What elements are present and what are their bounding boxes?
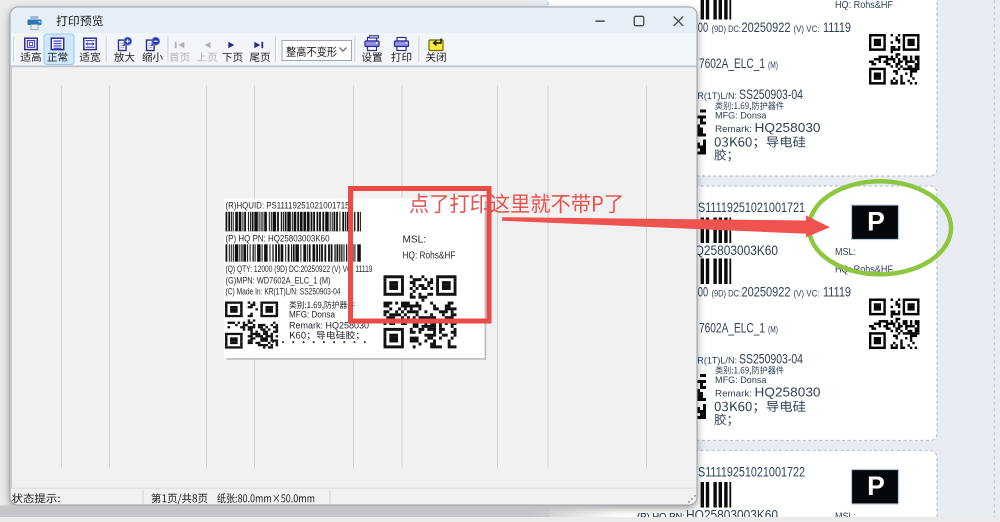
svg-text:R(1T)L/N:: R(1T)L/N: — [697, 91, 737, 102]
svg-text:20250922: 20250922 — [742, 285, 791, 300]
svg-text:Remark:: Remark: — [715, 389, 752, 400]
svg-text:HQ258030: HQ258030 — [755, 385, 821, 400]
svg-text:SS250903-04: SS250903-04 — [739, 352, 803, 367]
svg-text:HQ258030: HQ258030 — [755, 120, 821, 135]
svg-text:(R)HQUID: PS11119251021001715: (R)HQUID: PS11119251021001715 — [226, 200, 350, 210]
svg-text:Remark:: Remark: — [715, 124, 752, 135]
svg-text:(M): (M) — [768, 60, 778, 71]
svg-text:11119: 11119 — [823, 285, 851, 300]
svg-text:MSL:: MSL: — [835, 512, 856, 518]
svg-text:HQ25803003K60: HQ25803003K60 — [686, 508, 778, 518]
svg-text:HQ: Rohs&HF: HQ: Rohs&HF — [835, 0, 893, 11]
svg-text:(P) HQ PN:: (P) HQ PN: — [637, 512, 685, 518]
svg-text:(V) VC:: (V) VC: — [794, 289, 820, 300]
svg-text:HQ: Rohs&HF: HQ: Rohs&HF — [403, 249, 456, 261]
svg-text:MSL:: MSL: — [835, 247, 856, 258]
svg-text:7602A_ELC_1: 7602A_ELC_1 — [699, 321, 765, 336]
svg-text:S11119251021001722: S11119251021001722 — [698, 465, 805, 480]
svg-text:00: 00 — [698, 285, 708, 300]
svg-text:(V) VC:: (V) VC: — [794, 24, 820, 35]
svg-text:SS250903-04: SS250903-04 — [739, 87, 803, 102]
svg-text:7602A_ELC_1: 7602A_ELC_1 — [699, 56, 765, 71]
svg-text:R(1T)L/N:: R(1T)L/N: — [697, 356, 737, 367]
svg-text:11119: 11119 — [823, 20, 851, 35]
svg-text:00: 00 — [698, 20, 708, 35]
svg-text:S11119251021001721: S11119251021001721 — [698, 200, 805, 215]
svg-text:P: P — [867, 471, 885, 501]
svg-text:(P) HQ PN: HQ25803003K60: (P) HQ PN: HQ25803003K60 — [226, 233, 330, 243]
svg-text:20250922: 20250922 — [742, 20, 791, 35]
svg-text:(M): (M) — [768, 325, 778, 336]
svg-text:HQ25803003K60: HQ25803003K60 — [686, 243, 778, 258]
svg-text:(G)MPN: WD7602A_ELC_1 (M): (G)MPN: WD7602A_ELC_1 (M) — [226, 276, 331, 286]
svg-text:(C) Made In: KR(1T)L/N: SS2509: (C) Made In: KR(1T)L/N: SS250903-04 — [226, 287, 341, 297]
svg-text:(9D) DC:: (9D) DC: — [712, 24, 742, 35]
svg-text:(9D) DC:: (9D) DC: — [712, 289, 742, 300]
svg-text:MFG: Donsa: MFG: Donsa — [289, 310, 335, 320]
svg-text:P: P — [867, 207, 885, 237]
svg-text:MSL:: MSL: — [403, 233, 427, 245]
